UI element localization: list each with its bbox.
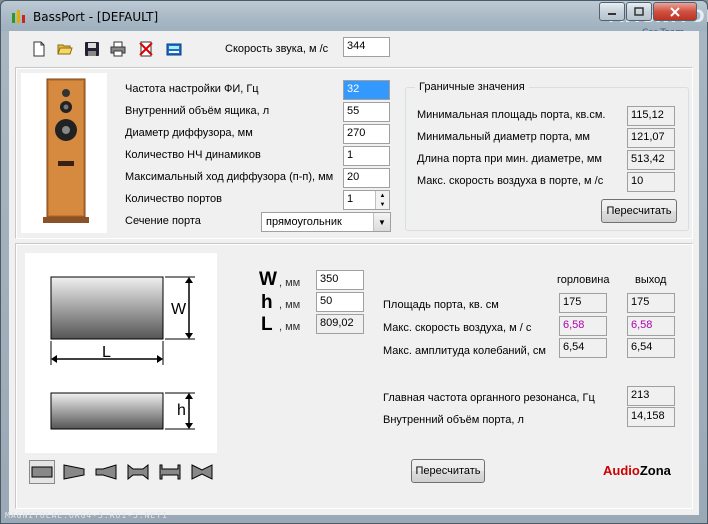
flanged-icon — [159, 464, 181, 480]
w-unit: , мм — [279, 277, 301, 289]
double-flared-icon — [127, 464, 149, 480]
app-icon — [12, 10, 25, 23]
max-excursion-label: Максимальный ход диффузора (п-п), мм — [125, 171, 334, 183]
port-recalc-button[interactable]: Пересчитать — [411, 459, 485, 483]
watermark-footer: MAGNITOLAE.ORG4-5.RU1-5.NET1 — [5, 511, 168, 520]
sound-speed-label: Скорость звука, м /с — [225, 43, 329, 55]
title-bar[interactable]: BassPort - [DEFAULT] MAGNITOLA Car Team — [1, 1, 708, 38]
shape-hourglass-button[interactable] — [189, 460, 215, 484]
logo-zona-text: Zona — [639, 463, 671, 478]
port-volume-label: Внутренний объём порта, л — [383, 414, 524, 426]
min-area-label: Минимальная площадь порта, кв.см. — [417, 109, 606, 121]
resonance-value: 213 — [627, 386, 675, 406]
h-letter: h — [261, 292, 273, 313]
h-unit: , мм — [279, 299, 301, 311]
close-button[interactable] — [653, 2, 697, 21]
amplitude-label: Макс. амплитуда колебаний, см — [383, 345, 546, 357]
flared-one-side-icon — [63, 464, 85, 480]
port-count-spinner[interactable]: 1 ▲ ▼ — [343, 190, 390, 210]
shape-flanged-button[interactable] — [157, 460, 183, 484]
port-count-value: 1 — [347, 193, 354, 205]
chevron-down-icon[interactable]: ▼ — [373, 213, 390, 231]
print-icon[interactable] — [110, 41, 126, 57]
sound-speed-field[interactable]: 344 — [343, 37, 390, 57]
client-area: Скорость звука, м /с 344 Частота настрой… — [9, 31, 699, 515]
area-throat-value: 175 — [559, 293, 607, 313]
hourglass-icon — [191, 464, 213, 480]
area-exit-value: 175 — [627, 293, 675, 313]
cone-diameter-label: Диаметр диффузора, мм — [125, 127, 253, 139]
woofer-count-label: Количество НЧ динамиков — [125, 149, 261, 161]
shape-double-flare-button[interactable] — [125, 460, 151, 484]
limits-recalc-button[interactable]: Пересчитать — [601, 199, 677, 223]
air-speed-label: Макс. скорость воздуха, м / с — [383, 322, 532, 334]
delete-icon[interactable] — [138, 41, 154, 57]
minimize-button[interactable] — [599, 2, 625, 21]
audiozona-logo: AudioZona — [603, 463, 671, 478]
straight-port-icon — [31, 466, 53, 478]
port-length-value: 513,42 — [627, 150, 675, 170]
min-diameter-value: 121,07 — [627, 128, 675, 148]
l-value: 809,02 — [316, 314, 364, 334]
open-folder-icon[interactable] — [57, 41, 73, 57]
speaker-image — [21, 73, 107, 233]
diagram-h-label: h — [177, 402, 186, 419]
diagram-w-label: W — [171, 301, 187, 318]
w-letter: W — [259, 269, 277, 290]
port-count-label: Количество портов — [125, 193, 222, 205]
window-title: BassPort - [DEFAULT] — [33, 10, 159, 24]
limits-group-label: Граничные значения — [415, 81, 529, 93]
air-speed-throat-value: 6,58 — [559, 316, 607, 336]
max-excursion-field[interactable]: 20 — [343, 168, 390, 188]
maximize-icon — [634, 7, 644, 16]
box-volume-field[interactable]: 55 — [343, 102, 390, 122]
col-throat-header: горловина — [557, 274, 610, 286]
port-section-label: Сечение порта — [125, 215, 201, 227]
box-volume-label: Внутренний объём ящика, л — [125, 105, 270, 117]
resonance-label: Главная частота органного резонанса, Гц — [383, 392, 595, 404]
diagram-l-label: L — [102, 344, 111, 361]
flared-other-side-icon — [95, 464, 117, 480]
shape-flare-right-button[interactable] — [93, 460, 119, 484]
woofer-count-field[interactable]: 1 — [343, 146, 390, 166]
minimize-icon — [608, 12, 616, 15]
max-air-speed-label: Макс. скорость воздуха в порте, м /с — [417, 175, 604, 187]
h-field[interactable]: 50 — [316, 292, 364, 312]
area-label: Площадь порта, кв. см — [383, 299, 499, 311]
port-section-select[interactable]: прямоугольник ▼ — [261, 212, 391, 232]
min-area-value: 115,12 — [627, 106, 675, 126]
port-section-value: прямоугольник — [266, 216, 342, 228]
col-exit-header: выход — [635, 274, 667, 286]
max-air-speed-value: 10 — [627, 172, 675, 192]
new-file-icon[interactable] — [31, 41, 47, 57]
tuning-freq-label: Частота настройки ФИ, Гц — [125, 83, 259, 95]
port-diagram — [25, 253, 217, 453]
min-diameter-label: Минимальный диаметр порта, мм — [417, 131, 590, 143]
maximize-button[interactable] — [626, 2, 652, 21]
port-count-spin-buttons[interactable]: ▲ ▼ — [375, 191, 389, 209]
amplitude-exit-value: 6,54 — [627, 338, 675, 358]
logo-audio-text: Audio — [603, 463, 640, 478]
amplitude-throat-value: 6,54 — [559, 338, 607, 358]
spin-up-icon[interactable]: ▲ — [376, 191, 389, 200]
cone-diameter-field[interactable]: 270 — [343, 124, 390, 144]
l-unit: , мм — [279, 321, 301, 333]
l-letter: L — [261, 314, 273, 335]
close-icon — [670, 6, 680, 17]
port-length-label: Длина порта при мин. диаметре, мм — [417, 153, 602, 165]
calculator-icon[interactable] — [166, 41, 182, 57]
air-speed-exit-value: 6,58 — [627, 316, 675, 336]
spin-down-icon[interactable]: ▼ — [376, 200, 389, 209]
save-icon[interactable] — [84, 41, 100, 57]
port-volume-value: 14,158 — [627, 407, 675, 427]
tuning-freq-field[interactable]: 32 — [343, 80, 390, 100]
shape-flare-left-button[interactable] — [61, 460, 87, 484]
w-field[interactable]: 350 — [316, 270, 364, 290]
main-window: BassPort - [DEFAULT] MAGNITOLA Car Team — [0, 0, 708, 524]
shape-straight-button[interactable] — [29, 460, 55, 484]
